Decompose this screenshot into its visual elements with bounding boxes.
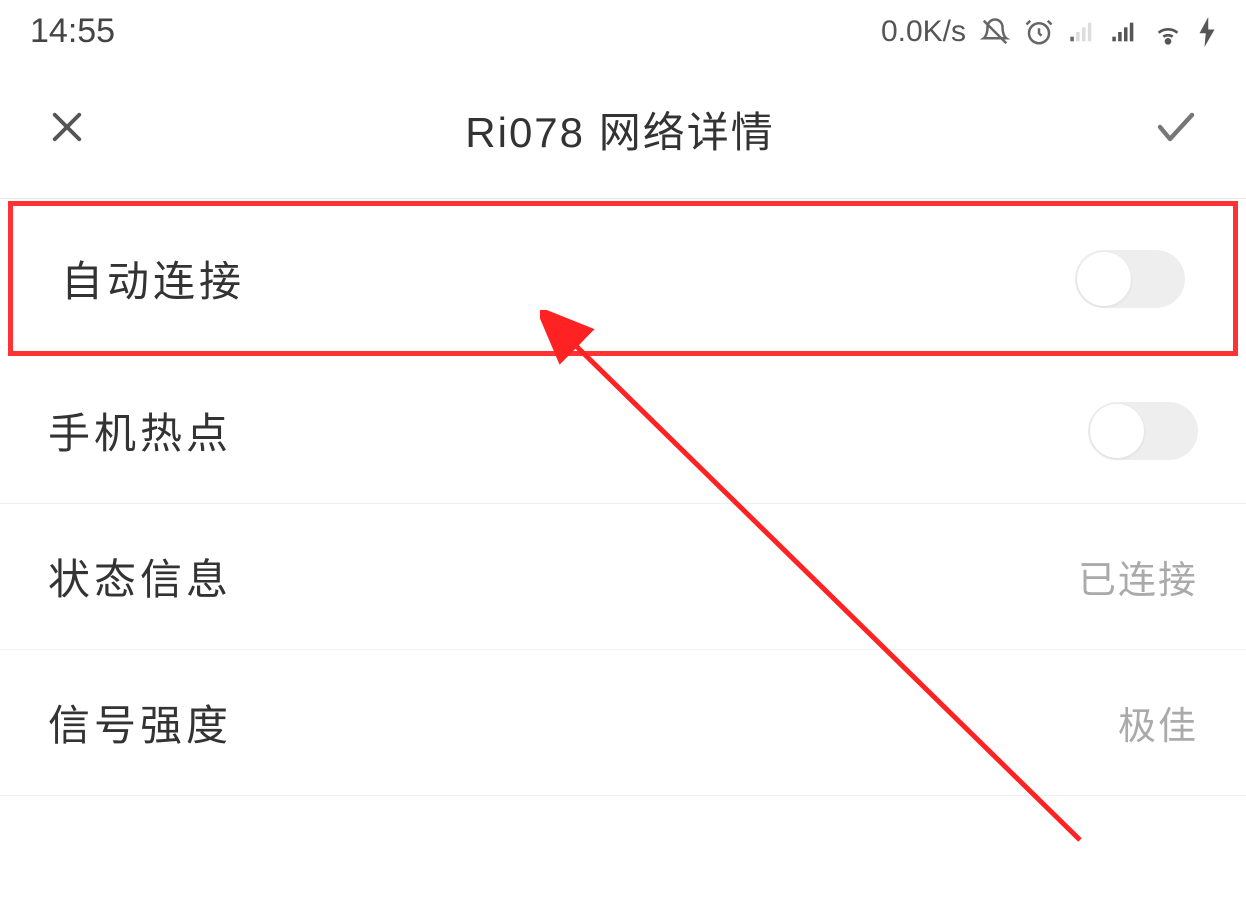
hotspot-label: 手机热点 (48, 400, 232, 461)
row-signal-strength[interactable]: 信号强度 极佳 (0, 650, 1246, 796)
signal-strength-label: 信号强度 (48, 692, 232, 753)
signal-weak-icon (1068, 18, 1096, 46)
signal-strength-value: 极佳 (1118, 695, 1198, 750)
status-bar: 14:55 0.0K/s (0, 0, 1246, 59)
status-info-value: 已连接 (1078, 549, 1198, 604)
page-header: Ri078 网络详情 (0, 59, 1246, 198)
row-status-info[interactable]: 状态信息 已连接 (0, 504, 1246, 650)
auto-connect-label: 自动连接 (61, 248, 245, 309)
row-auto-connect[interactable]: 自动连接 (8, 201, 1238, 356)
page-title: Ri078 网络详情 (465, 99, 774, 160)
toggle-knob (1077, 252, 1131, 306)
status-info-label: 状态信息 (48, 546, 232, 607)
close-button[interactable] (46, 106, 88, 153)
toggle-knob (1090, 404, 1144, 458)
confirm-button[interactable] (1152, 103, 1200, 156)
mute-icon (980, 17, 1010, 47)
status-time: 14:55 (30, 12, 115, 51)
alarm-icon (1024, 17, 1054, 47)
network-speed: 0.0K/s (881, 15, 966, 49)
signal-full-icon (1110, 18, 1138, 46)
wifi-icon (1152, 16, 1184, 48)
settings-list: 自动连接 手机热点 状态信息 已连接 信号强度 极佳 (0, 201, 1246, 796)
row-hotspot[interactable]: 手机热点 (0, 358, 1246, 504)
auto-connect-toggle[interactable] (1075, 250, 1185, 308)
status-icons: 0.0K/s (881, 15, 1216, 49)
hotspot-toggle[interactable] (1088, 402, 1198, 460)
charging-icon (1198, 17, 1216, 47)
